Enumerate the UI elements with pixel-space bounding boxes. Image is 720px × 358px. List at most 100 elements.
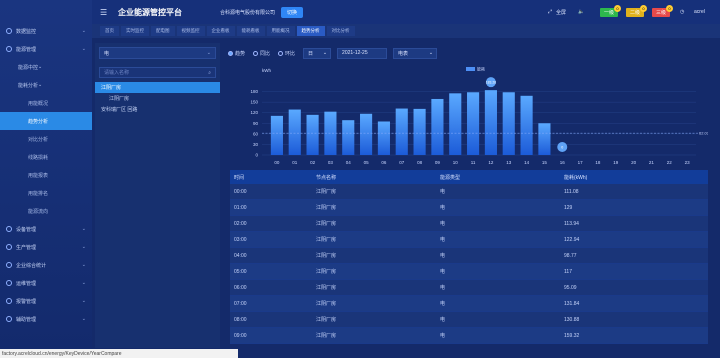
- sidebar-item[interactable]: 运维管理 ⌄: [0, 274, 92, 292]
- tab[interactable]: 企业看板: [206, 26, 235, 36]
- sidebar-item[interactable]: 线路损耗: [0, 148, 92, 166]
- sidebar-item[interactable]: 能源中控 ⌄: [0, 58, 92, 76]
- sidebar-item[interactable]: 能源流向: [0, 202, 92, 220]
- sidebar-item[interactable]: 报警管理 ⌄: [0, 292, 92, 310]
- fullscreen-icon[interactable]: ⤢: [548, 9, 552, 15]
- column-header[interactable]: 能耗(kWh): [564, 174, 708, 181]
- table-cell: 95.09: [564, 284, 577, 291]
- sidebar-item[interactable]: 设备管理 ⌄: [0, 220, 92, 238]
- user-name[interactable]: acrel: [694, 9, 705, 15]
- column-header[interactable]: 时间: [230, 174, 316, 181]
- sidebar-item-label: 用能排名: [28, 190, 49, 197]
- sidebar-item[interactable]: 能耗分析 ⌄: [0, 76, 92, 94]
- table-cell: 江阴厂房: [316, 269, 337, 275]
- sidebar-item-label: 用能概况: [28, 100, 49, 107]
- period-select[interactable]: 日 ⌄: [303, 47, 332, 59]
- sidebar-item[interactable]: 趋势分析: [0, 112, 92, 130]
- table-cell: 130.88: [564, 316, 580, 323]
- column-header[interactable]: 能源类型: [440, 174, 564, 181]
- sidebar-item-label: 报警管理: [16, 298, 37, 305]
- table-cell: 00:00: [234, 188, 247, 195]
- table-row: 05:00 江阴厂房 电 117: [230, 264, 708, 280]
- y-tick-label: 30: [253, 142, 259, 147]
- x-tick-label: 00: [274, 160, 280, 165]
- menu-toggle-icon[interactable]: ☰: [100, 8, 108, 17]
- switch-company-button[interactable]: 切换: [281, 6, 304, 18]
- sidebar-item[interactable]: 能源管理 ⌄: [0, 40, 92, 58]
- tree-search-input[interactable]: 请输入名称 ⌕: [99, 67, 216, 78]
- bar: [484, 90, 497, 155]
- tree-node[interactable]: 江阴厂房: [95, 82, 220, 93]
- sidebar-item-label: 设备管理: [16, 226, 37, 233]
- table-cell: 122.94: [564, 236, 580, 243]
- chevron-down-icon: ⌄: [81, 262, 86, 268]
- chevron-down-icon: ⌄: [81, 226, 86, 232]
- energy-type-value: 电: [104, 50, 110, 57]
- sidebar: 数据监控 ⌄ 能源管理 ⌄ 能源中控 ⌄ 能耗分析 ⌄ 用能概况 趋势分析 对比分析 线路损耗 用能报表…: [0, 0, 92, 358]
- table-cell: 电: [440, 237, 446, 243]
- sidebar-item-label: 数据监控: [16, 28, 37, 35]
- level-select[interactable]: 电表 ⌄: [393, 47, 438, 59]
- max-label: 183.26: [486, 81, 496, 85]
- status-url: factory.acrelcloud.cn/energy/KeyDevice/Y…: [0, 349, 238, 358]
- tab[interactable]: 首页: [100, 26, 119, 36]
- table-row: 02:00 江阴厂房 电 113.94: [230, 216, 708, 232]
- sidebar-item[interactable]: 用能排名: [0, 184, 92, 202]
- menu-icon: [6, 46, 12, 52]
- y-tick-label: 60: [253, 131, 259, 136]
- x-tick-label: 04: [346, 160, 352, 165]
- tab[interactable]: 对比分析: [326, 26, 355, 36]
- level1-alarm-button[interactable]: 一级 0: [600, 5, 622, 17]
- x-tick-label: 09: [435, 160, 441, 165]
- table-cell: 159.32: [564, 332, 580, 339]
- fullscreen-label[interactable]: 全屏: [556, 9, 566, 16]
- tree-node[interactable]: 江阴厂房: [95, 93, 220, 104]
- level3-alarm-button[interactable]: 三级 0: [652, 5, 674, 17]
- date-picker[interactable]: 2021-12-25: [337, 47, 388, 59]
- table-cell: 01:00: [234, 204, 247, 211]
- sidebar-item[interactable]: 企业综合统计 ⌄: [0, 256, 92, 274]
- table-cell: 电: [440, 205, 446, 211]
- energy-type-select[interactable]: 电 ⌄: [99, 47, 216, 59]
- sidebar-item-label: 能耗分析: [18, 82, 39, 89]
- x-tick-label: 19: [613, 160, 619, 165]
- chevron-down-icon: ⌄: [428, 50, 434, 56]
- tree-node[interactable]: 安科瑞厂区 回路: [95, 104, 220, 115]
- clock-icon: ◷: [680, 9, 685, 15]
- chevron-down-icon: ⌄: [81, 298, 86, 304]
- bar: [467, 92, 480, 155]
- x-tick-label: 23: [685, 160, 691, 165]
- bar: [449, 93, 462, 155]
- sidebar-item[interactable]: 对比分析: [0, 130, 92, 148]
- level3-alarm-label: 三级: [656, 10, 667, 16]
- tab[interactable]: 实时监控: [121, 26, 149, 36]
- radio-mom[interactable]: 环比: [278, 50, 295, 57]
- tab[interactable]: 用能概况: [266, 26, 295, 36]
- sound-icon[interactable]: 🔈: [578, 9, 584, 15]
- search-placeholder: 请输入名称: [104, 70, 130, 76]
- radio-yoy[interactable]: 同比: [253, 50, 270, 57]
- sidebar-item[interactable]: 辅助管理 ⌄: [0, 310, 92, 328]
- tab[interactable]: 能耗看板: [236, 26, 265, 36]
- bar: [342, 120, 355, 155]
- sidebar-item-label: 生产管理: [16, 244, 37, 251]
- table-row: 03:00 江阴厂房 电 122.94: [230, 232, 708, 248]
- level2-alarm-count: 0: [640, 5, 648, 12]
- x-tick-label: 10: [453, 160, 459, 165]
- level2-alarm-button[interactable]: 二级 0: [626, 5, 648, 17]
- sidebar-item[interactable]: 用能概况: [0, 94, 92, 112]
- column-header[interactable]: 节点名称: [316, 174, 440, 181]
- radio-dot: [228, 50, 233, 56]
- radio-trend[interactable]: 趋势: [228, 50, 245, 57]
- chevron-down-icon: ⌄: [206, 50, 211, 56]
- sidebar-item[interactable]: 数据监控 ⌄: [0, 22, 92, 40]
- sidebar-item-label: 辅助管理: [16, 316, 37, 323]
- tab[interactable]: 配电图: [151, 26, 175, 36]
- sidebar-item[interactable]: 生产管理 ⌄: [0, 238, 92, 256]
- tab[interactable]: 视频监控: [176, 26, 205, 36]
- tab[interactable]: 趋势分析: [296, 26, 325, 36]
- search-icon[interactable]: ⌕: [208, 70, 211, 76]
- sidebar-item[interactable]: 用能报表: [0, 166, 92, 184]
- sidebar-item-label: 运维管理: [16, 280, 37, 287]
- x-tick-label: 20: [631, 160, 637, 165]
